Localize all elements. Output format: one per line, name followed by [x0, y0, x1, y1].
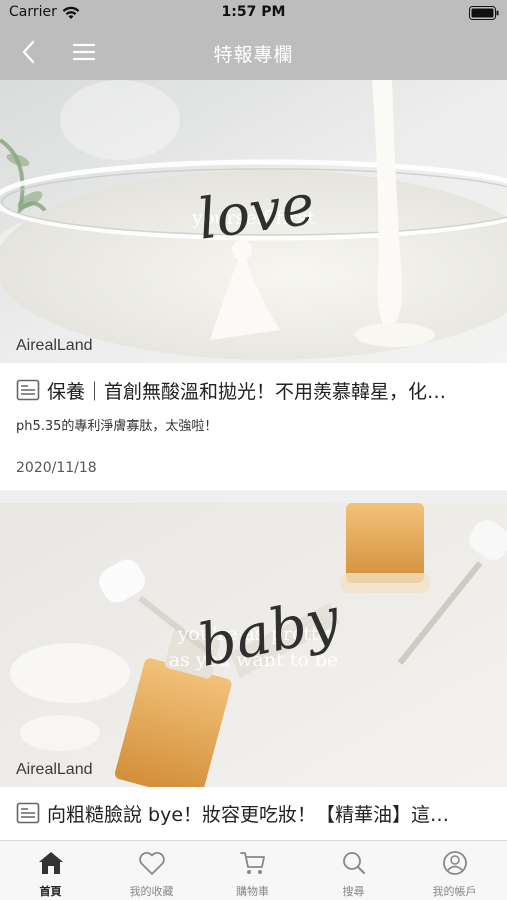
page-title: 特報專欄	[213, 44, 294, 66]
image-brand: AirealLand	[16, 337, 93, 354]
status-bar: Carrier 1:57 PM	[0, 0, 507, 28]
tab-label: 首頁	[39, 885, 62, 898]
article-image[interactable]: you're as pretty as you want to be baby …	[0, 503, 507, 787]
top-bar: Carrier 1:57 PM 特報專欄	[0, 0, 507, 80]
tab-label: 購物車	[236, 885, 269, 898]
article-image[interactable]: yourself first love AirealLand	[0, 80, 507, 363]
tab-label: 我的帳戶	[432, 885, 477, 898]
tab-favorites[interactable]: 我的收藏	[101, 841, 202, 900]
tab-search[interactable]: 搜尋	[303, 841, 404, 900]
article-feed[interactable]: yourself first love AirealLand 保養｜首創無酸溫和…	[0, 80, 507, 840]
home-icon	[39, 852, 63, 874]
article-title[interactable]: 保養｜首創無酸溫和拋光！不用羨慕韓星，化…	[47, 377, 495, 404]
article-title-row[interactable]: 保養｜首創無酸溫和拋光！不用羨慕韓星，化…	[16, 377, 496, 405]
article-title[interactable]: 向粗糙臉說 bye！妝容更吃妝！【精華油】這…	[47, 800, 495, 827]
tab-account[interactable]: 我的帳戶	[404, 841, 505, 900]
heart-icon	[139, 852, 165, 875]
clock: 1:57 PM	[221, 4, 286, 20]
article-date: 2020/11/18	[16, 460, 97, 476]
tab-home[interactable]: 首頁	[0, 841, 101, 900]
article-icon	[16, 379, 40, 401]
tab-label: 我的收藏	[129, 885, 174, 898]
article-card[interactable]: yourself first love AirealLand 保養｜首創無酸溫和…	[0, 80, 507, 490]
battery-icon	[469, 6, 499, 20]
account-icon	[443, 851, 467, 875]
app-screen: Carrier 1:57 PM 特報專欄 yourself first love…	[0, 0, 507, 900]
search-icon	[343, 852, 365, 874]
tab-label: 搜尋	[342, 885, 365, 898]
cart-icon	[240, 852, 265, 874]
article-card[interactable]: you're as pretty as you want to be baby …	[0, 503, 507, 840]
tab-cart[interactable]: 購物車	[202, 841, 303, 900]
nav-bar: 特報專欄	[0, 28, 507, 80]
tab-bar: 首頁 我的收藏 購物車 搜尋 我的帳戶	[0, 840, 507, 900]
article-summary: ph5.35的專利淨膚寡肽，太強啦！	[16, 419, 218, 434]
article-icon	[16, 802, 40, 824]
image-brand: AirealLand	[16, 761, 93, 778]
article-title-row[interactable]: 向粗糙臉說 bye！妝容更吃妝！【精華油】這…	[16, 800, 496, 828]
